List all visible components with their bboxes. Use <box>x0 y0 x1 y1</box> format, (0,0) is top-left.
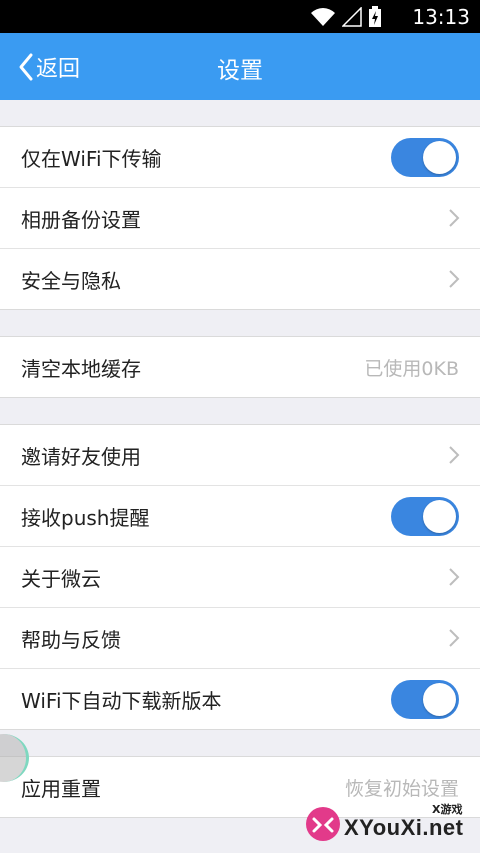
setting-album-backup[interactable]: 相册备份设置 <box>0 188 480 249</box>
watermark: X游戏 XYouXi.net <box>304 801 474 843</box>
cell-signal-icon <box>342 7 362 27</box>
navigation-header: 返回 设置 <box>0 33 480 100</box>
wifi-only-toggle[interactable] <box>391 138 459 177</box>
setting-push-notifications: 接收push提醒 <box>0 486 480 547</box>
setting-label: 帮助与反馈 <box>21 627 121 652</box>
wifi-auto-update-toggle[interactable] <box>391 680 459 719</box>
chevron-right-icon <box>449 209 460 227</box>
gamepad-logo-icon <box>306 807 340 841</box>
toggle-knob <box>423 683 456 716</box>
wifi-icon <box>311 8 335 26</box>
chevron-right-icon <box>449 446 460 464</box>
setting-label: 安全与隐私 <box>21 268 121 293</box>
chevron-right-icon <box>449 568 460 586</box>
setting-label: 应用重置 <box>21 776 101 801</box>
setting-label: 接收push提醒 <box>21 505 150 530</box>
setting-invite-friends[interactable]: 邀请好友使用 <box>0 425 480 486</box>
page-title: 设置 <box>217 58 263 84</box>
chevron-right-icon <box>449 270 460 288</box>
clock: 13:13 <box>412 5 470 29</box>
setting-label: 关于微云 <box>21 566 101 591</box>
setting-label: WiFi下自动下载新版本 <box>21 688 222 713</box>
battery-charging-icon <box>369 6 381 27</box>
setting-security-privacy[interactable]: 安全与隐私 <box>0 249 480 309</box>
settings-group-transfer: 仅在WiFi下传输 相册备份设置 安全与隐私 <box>0 126 480 310</box>
setting-label: 相册备份设置 <box>21 207 141 232</box>
status-bar: 13:13 <box>0 0 480 33</box>
setting-about[interactable]: 关于微云 <box>0 547 480 608</box>
setting-wifi-only: 仅在WiFi下传输 <box>0 127 480 188</box>
watermark-text: XYouXi.net <box>344 815 464 840</box>
setting-label: 仅在WiFi下传输 <box>21 146 162 171</box>
setting-wifi-auto-update: WiFi下自动下载新版本 <box>0 669 480 729</box>
setting-label: 清空本地缓存 <box>21 356 141 381</box>
settings-group-cache: 清空本地缓存 已使用0KB <box>0 336 480 398</box>
reset-value: 恢复初始设置 <box>344 777 459 800</box>
setting-help-feedback[interactable]: 帮助与反馈 <box>0 608 480 669</box>
cache-usage-value: 已使用0KB <box>364 357 459 380</box>
status-icons <box>310 6 382 28</box>
settings-group-general: 邀请好友使用 接收push提醒 关于微云 帮助与反馈 WiFi下自动下载新版本 <box>0 424 480 730</box>
toggle-knob <box>423 141 456 174</box>
setting-label: 邀请好友使用 <box>21 444 141 469</box>
chevron-right-icon <box>449 629 460 647</box>
toggle-knob <box>423 500 456 533</box>
push-notifications-toggle[interactable] <box>391 497 459 536</box>
setting-clear-cache[interactable]: 清空本地缓存 已使用0KB <box>0 337 480 397</box>
